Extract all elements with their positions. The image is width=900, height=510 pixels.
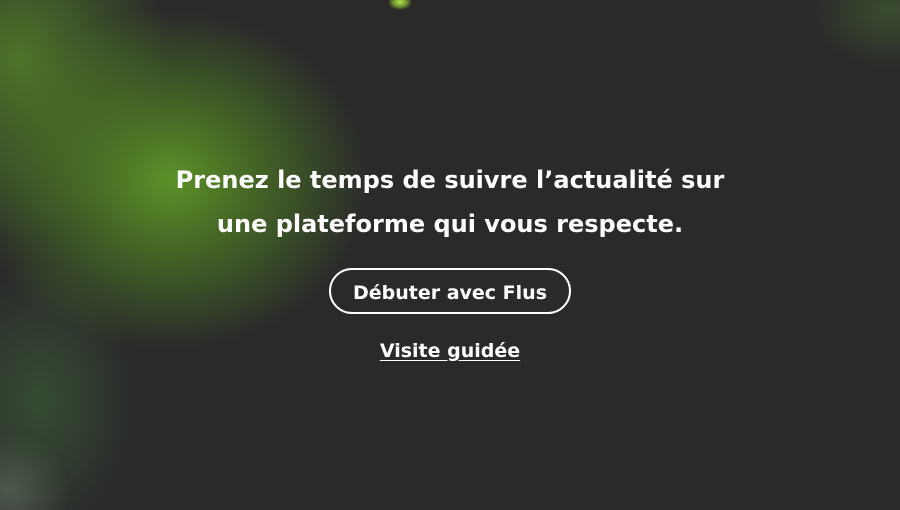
get-started-button[interactable]: Débuter avec Flus <box>328 268 572 314</box>
headline-line-1: Prenez le temps de suivre l’actualité su… <box>175 166 725 194</box>
hero-section: Prenez le temps de suivre l’actualité su… <box>0 158 900 362</box>
hero-headline: Prenez le temps de suivre l’actualité su… <box>0 158 900 246</box>
guided-tour-link[interactable]: Visite guidée <box>0 340 900 362</box>
headline-line-2: une plateforme qui vous respecte. <box>216 210 684 238</box>
